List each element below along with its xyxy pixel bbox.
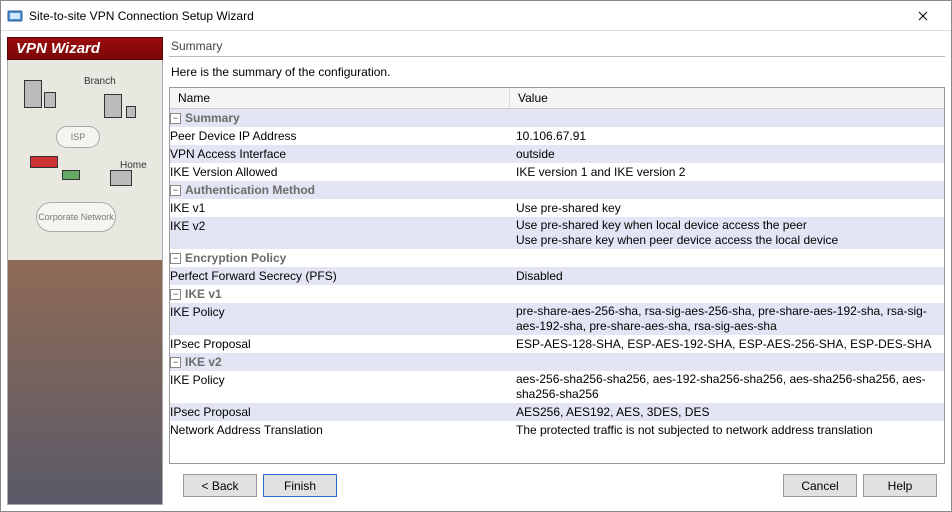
row-label: Network Address Translation: [170, 421, 323, 439]
col-value: Value: [510, 88, 944, 108]
row-value: AES256, AES192, AES, 3DES, DES: [510, 403, 944, 421]
group-label: Authentication Method: [185, 181, 315, 199]
grid-header: Name Value: [170, 88, 944, 109]
row-value: pre-share-aes-256-sha, rsa-sig-aes-256-s…: [510, 303, 944, 335]
collapse-toggle[interactable]: −: [170, 289, 181, 300]
titlebar: Site-to-site VPN Connection Setup Wizard: [1, 1, 951, 31]
collapse-toggle[interactable]: −: [170, 185, 181, 196]
main-panel: Summary Here is the summary of the confi…: [169, 37, 945, 505]
row-label: IPsec Proposal: [170, 335, 251, 353]
app-icon: [7, 8, 23, 24]
group-row: −IKE v1: [170, 285, 944, 303]
row-label: IKE Policy: [170, 371, 225, 389]
table-row: Network Address Translation The protected…: [170, 421, 944, 439]
row-value: outside: [510, 145, 944, 163]
group-label: IKE v1: [185, 285, 222, 303]
row-value: IKE version 1 and IKE version 2: [510, 163, 944, 181]
table-row: IKE Version Allowed IKE version 1 and IKE…: [170, 163, 944, 181]
table-row: Perfect Forward Secrecy (PFS) Disabled: [170, 267, 944, 285]
group-label: Summary: [185, 109, 240, 127]
row-label: Peer Device IP Address: [170, 127, 297, 145]
summary-grid: Name Value −SummaryPeer Device IP Addres…: [169, 87, 945, 464]
back-button[interactable]: < Back: [183, 474, 257, 497]
row-label: Perfect Forward Secrecy (PFS): [170, 267, 337, 285]
row-label: VPN Access Interface: [170, 145, 286, 163]
body: VPN Wizard Branch ISP Home Corporate Net…: [1, 31, 951, 511]
row-label: IKE v2: [170, 217, 205, 235]
row-value: Use pre-shared key when local device acc…: [510, 217, 944, 249]
wizard-window: Site-to-site VPN Connection Setup Wizard…: [0, 0, 952, 512]
table-row: IPsec Proposal ESP-AES-128-SHA, ESP-AES-1…: [170, 335, 944, 353]
row-label: IKE Policy: [170, 303, 225, 321]
row-value: Disabled: [510, 267, 944, 285]
group-label: Encryption Policy: [185, 249, 286, 267]
group-row: −Authentication Method: [170, 181, 944, 199]
collapse-toggle[interactable]: −: [170, 113, 181, 124]
row-value: ESP-AES-128-SHA, ESP-AES-192-SHA, ESP-AE…: [510, 335, 944, 353]
row-label: IKE Version Allowed: [170, 163, 277, 181]
window-title: Site-to-site VPN Connection Setup Wizard: [29, 9, 900, 23]
sidebar-header: VPN Wizard: [7, 37, 163, 60]
row-value: 10.106.67.91: [510, 127, 944, 145]
group-row: −Encryption Policy: [170, 249, 944, 267]
sidebar-illustration: Branch ISP Home Corporate Network: [7, 60, 163, 505]
row-value: aes-256-sha256-sha256, aes-192-sha256-sh…: [510, 371, 944, 403]
table-row: IKE v1 Use pre-shared key: [170, 199, 944, 217]
row-value: The protected traffic is not subjected t…: [510, 421, 944, 439]
collapse-toggle[interactable]: −: [170, 357, 181, 368]
table-row: IKE Policy aes-256-sha256-sha256, aes-192…: [170, 371, 944, 403]
table-row: IKE Policy pre-share-aes-256-sha, rsa-sig…: [170, 303, 944, 335]
sidebar: VPN Wizard Branch ISP Home Corporate Net…: [7, 37, 163, 505]
table-row: VPN Access Interface outside: [170, 145, 944, 163]
group-row: −Summary: [170, 109, 944, 127]
group-row: −IKE v2: [170, 353, 944, 371]
finish-button[interactable]: Finish: [263, 474, 337, 497]
grid-body[interactable]: −SummaryPeer Device IP Address10.106.67.…: [170, 109, 944, 463]
table-row: Peer Device IP Address 10.106.67.91: [170, 127, 944, 145]
cancel-button[interactable]: Cancel: [783, 474, 857, 497]
section-title: Summary: [169, 37, 945, 57]
help-button[interactable]: Help: [863, 474, 937, 497]
section-lead: Here is the summary of the configuration…: [169, 65, 945, 87]
button-bar: < Back Finish Cancel Help: [169, 464, 945, 505]
row-label: IPsec Proposal: [170, 403, 251, 421]
group-label: IKE v2: [185, 353, 222, 371]
row-value: Use pre-shared key: [510, 199, 944, 217]
col-name: Name: [170, 88, 510, 108]
table-row: IKE v2 Use pre-shared key when local devi…: [170, 217, 944, 249]
collapse-toggle[interactable]: −: [170, 253, 181, 264]
table-row: IPsec Proposal AES256, AES192, AES, 3DES,…: [170, 403, 944, 421]
close-icon: [918, 11, 928, 21]
row-label: IKE v1: [170, 199, 205, 217]
close-button[interactable]: [900, 2, 945, 30]
